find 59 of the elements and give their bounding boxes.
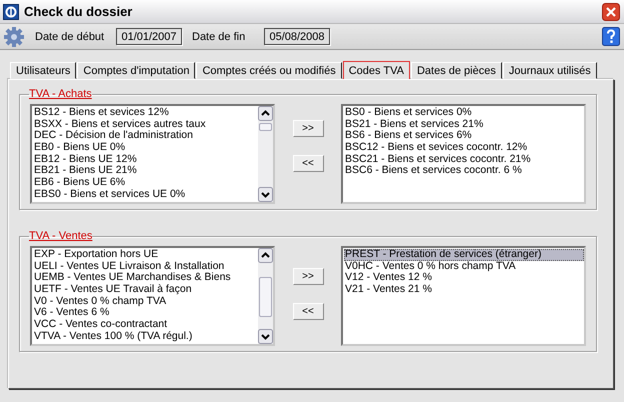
list-item[interactable]: V21 - Ventes 21 % xyxy=(344,284,584,296)
list-item[interactable]: BS21 - Biens et services 21% xyxy=(344,118,584,130)
list-box[interactable]: BS0 - Biens et services 0% BS21 - Biens et services 21% BS6 - Biens et services 6% BSC12 - Biens et sevices cocontr. 12% BSC21 - Biens et services cocontr. 21% BSC6 - Biens et services cocontr. 6 % xyxy=(341,104,586,204)
list-item[interactable]: UETF - Ventes UE Travail à façon xyxy=(33,284,258,296)
scroll-thumb[interactable] xyxy=(259,123,272,131)
list-item[interactable]: EB12 - Biens UE 12% xyxy=(33,154,258,166)
scroll-thumb[interactable] xyxy=(259,277,272,317)
end-date-field[interactable]: 05/08/2008 xyxy=(264,28,330,45)
add-button[interactable]: >> xyxy=(292,120,324,137)
scroll-up-icon[interactable] xyxy=(258,248,273,263)
list-box[interactable]: PREST - Prestation de services (étranger) V0HC - Ventes 0 % hors champ TVA V12 - Ventes 12 % V21 - Ventes 21 % xyxy=(341,246,586,346)
list-item[interactable]: BS0 - Biens et services 0% xyxy=(344,107,584,119)
tab[interactable]: Codes TVA xyxy=(342,61,410,79)
list-item[interactable]: BS12 - Biens et sevices 12% xyxy=(33,107,258,119)
end-date-label: Date de fin xyxy=(192,30,246,42)
scroll-down-icon[interactable] xyxy=(258,187,273,202)
scrollbar[interactable] xyxy=(258,248,273,344)
list-item[interactable]: BSC6 - Biens et services cocontr. 6 % xyxy=(344,165,584,178)
list-item[interactable]: BS6 - Biens et services 6% xyxy=(344,130,584,142)
list-box[interactable] xyxy=(30,104,275,204)
list-item[interactable]: DEC - Décision de l'administration xyxy=(33,130,258,142)
tab[interactable]: Journaux utilisés xyxy=(502,62,597,79)
list-item[interactable]: EB0 - Biens UE 0% xyxy=(33,142,258,154)
help-icon[interactable] xyxy=(602,27,620,46)
tab[interactable]: Comptes d'imputation xyxy=(77,62,196,79)
start-date-label: Date de début xyxy=(35,30,106,42)
tab[interactable]: Dates de pièces xyxy=(410,62,502,79)
list-item[interactable]: BSC12 - Biens et sevices cocontr. 12% xyxy=(344,142,584,154)
scroll-up-icon[interactable] xyxy=(258,106,273,121)
tab[interactable]: Utilisateurs xyxy=(10,62,76,79)
list-item[interactable]: UELI - Ventes UE Livraison & Installation xyxy=(33,260,258,272)
list-item[interactable]: BSC21 - Biens et services cocontr. 21% xyxy=(344,154,584,166)
list-box[interactable] xyxy=(30,246,275,346)
list-item[interactable]: PREST - Prestation de services (étranger) xyxy=(344,249,584,261)
list-item[interactable]: UEMB - Ventes UE Marchandises & Biens xyxy=(33,272,258,284)
list-item[interactable]: BSXX - Biens et services autres taux xyxy=(33,118,258,130)
list-item[interactable]: EBS0 - Biens et services UE 0% xyxy=(33,188,258,200)
list-item[interactable]: V6 - Ventes 6 % xyxy=(33,307,258,320)
group-title: TVA - Achats xyxy=(29,88,92,100)
list-item[interactable]: VCC - Ventes co-contractant xyxy=(33,319,258,331)
list-item[interactable]: V0HC - Ventes 0 % hors champ TVA xyxy=(344,260,584,272)
start-date-field[interactable]: 01/01/2007 xyxy=(116,28,182,45)
list-item[interactable]: V12 - Ventes 12 % xyxy=(344,272,584,284)
gear-icon xyxy=(3,26,25,48)
list-item[interactable]: VTVA - Ventes 100 % (TVA régul.) xyxy=(33,330,258,342)
tab[interactable]: Comptes créés ou modifiés xyxy=(196,62,342,79)
close-icon[interactable] xyxy=(602,2,620,20)
group-title: TVA - Ventes xyxy=(29,230,92,242)
app-logo-icon xyxy=(3,4,19,20)
list-item[interactable]: EB6 - Biens UE 6% xyxy=(33,177,258,189)
list-item[interactable]: EXP - Exportation hors UE xyxy=(33,249,258,261)
window-title: Check du dossier xyxy=(24,4,134,19)
list-item[interactable]: V0 - Ventes 0 % champ TVA xyxy=(33,296,258,308)
add-button[interactable]: >> xyxy=(292,268,324,285)
remove-button[interactable]: << xyxy=(292,303,324,320)
list-item[interactable]: EB21 - Biens UE 21% xyxy=(33,165,258,178)
scroll-down-icon[interactable] xyxy=(258,329,273,344)
scrollbar[interactable] xyxy=(258,106,273,202)
remove-button[interactable]: << xyxy=(292,155,324,172)
